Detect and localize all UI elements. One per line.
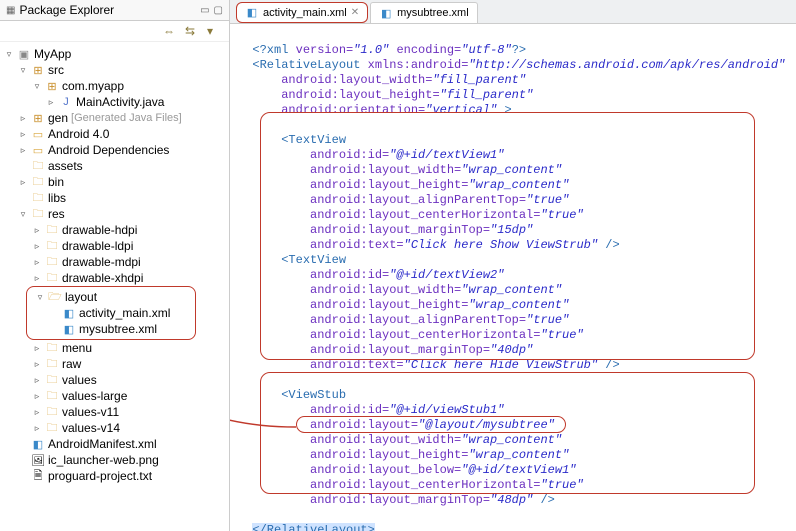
folder-icon: 🗀 (45, 374, 59, 386)
folder-icon: 🗁 (48, 291, 62, 303)
drawable-mdpi[interactable]: drawable-mdpi (62, 255, 141, 269)
manifest-file[interactable]: AndroidManifest.xml (48, 437, 157, 451)
layout-folder[interactable]: layout (65, 290, 97, 304)
package-explorer-header: ▦ Package Explorer ▭ ▢ (0, 0, 229, 21)
tab-label: activity_main.xml (263, 7, 347, 19)
editor-tabs: ◧ activity_main.xml ✕ ◧ mysubtree.xml (230, 0, 796, 24)
android-lib[interactable]: Android 4.0 (48, 127, 109, 141)
package-icon: ⊞ (45, 80, 59, 92)
close-icon[interactable]: ✕ (351, 7, 359, 18)
package-name[interactable]: com.myapp (62, 79, 124, 93)
drawable-ldpi[interactable]: drawable-ldpi (62, 239, 133, 253)
lib-icon: ▭ (31, 128, 45, 140)
folder-icon: 🗀 (45, 342, 59, 354)
ic-launcher[interactable]: ic_launcher-web.png (48, 453, 159, 467)
xml-file-icon: ◧ (62, 323, 76, 335)
project-icon: ▣ (17, 48, 31, 60)
values-large[interactable]: values-large (62, 389, 127, 403)
drawable-hdpi[interactable]: drawable-hdpi (62, 223, 137, 237)
maximize-icon[interactable]: ▢ (214, 5, 223, 16)
libs-folder[interactable]: libs (48, 191, 66, 205)
minimize-icon[interactable]: ▭ (200, 5, 209, 16)
folder-icon: 🗀 (31, 160, 45, 172)
xml-editor[interactable]: <?xml version="1.0" encoding="utf-8"?> <… (230, 24, 796, 531)
drawable-xhdpi[interactable]: drawable-xhdpi (62, 271, 143, 285)
src-folder[interactable]: src (48, 63, 64, 77)
folder-icon: 🗀 (45, 406, 59, 418)
values-v11[interactable]: values-v11 (62, 405, 119, 419)
java-file[interactable]: MainActivity.java (76, 95, 164, 109)
folder-icon: 🗀 (45, 224, 59, 236)
java-file-icon: J (59, 96, 73, 108)
folder-icon: 🗀 (45, 422, 59, 434)
folder-icon: 🗀 (31, 208, 45, 220)
android-deps[interactable]: Android Dependencies (48, 143, 169, 157)
package-explorer-icon: ▦ (6, 5, 15, 16)
folder-icon: 🗀 (45, 272, 59, 284)
activity-main-xml[interactable]: activity_main.xml (79, 306, 170, 320)
folder-icon: 🗀 (45, 240, 59, 252)
mysubtree-xml[interactable]: mysubtree.xml (79, 322, 157, 336)
folder-icon: 🗀 (45, 256, 59, 268)
folder-icon: 🗀 (31, 192, 45, 204)
link-editor-icon[interactable]: ⇆ (185, 24, 199, 38)
proguard-file[interactable]: proguard-project.txt (48, 469, 152, 483)
bin-folder[interactable]: bin (48, 175, 64, 189)
text-file-icon: 🗎 (31, 470, 45, 482)
values-v14[interactable]: values-v14 (62, 421, 120, 435)
tab-mysubtree[interactable]: ◧ mysubtree.xml (370, 2, 478, 23)
view-menu-icon[interactable]: ▾ (207, 24, 221, 38)
project-name[interactable]: MyApp (34, 47, 71, 61)
image-file-icon: 🖼 (31, 454, 45, 466)
values-folder[interactable]: values (62, 373, 97, 387)
tab-activity-main[interactable]: ◧ activity_main.xml ✕ (236, 2, 368, 23)
package-explorer-toolbar: ⇔ ⇆ ▾ (0, 21, 229, 42)
assets-folder[interactable]: assets (48, 159, 83, 173)
editor-area: ◧ activity_main.xml ✕ ◧ mysubtree.xml <?… (230, 0, 796, 531)
collapse-all-icon[interactable]: ⇔ (163, 24, 177, 38)
xml-file-icon: ◧ (245, 7, 259, 19)
gen-folder[interactable]: gen (48, 111, 68, 125)
gen-folder-icon: ⊞ (31, 112, 45, 124)
folder-icon: 🗀 (31, 176, 45, 188)
package-explorer-panel: ▦ Package Explorer ▭ ▢ ⇔ ⇆ ▾ ▿▣MyApp ▿⊞s… (0, 0, 230, 531)
folder-icon: 🗀 (45, 358, 59, 370)
raw-folder[interactable]: raw (62, 357, 81, 371)
xml-file-icon: ◧ (62, 307, 76, 319)
folder-icon: 🗀 (45, 390, 59, 402)
layout-folder-highlight: ▿🗁layout ◧activity_main.xml ◧mysubtree.x… (26, 286, 196, 340)
project-tree[interactable]: ▿▣MyApp ▿⊞src ▿⊞com.myapp ▹JMainActivity… (0, 42, 229, 531)
deps-icon: ▭ (31, 144, 45, 156)
gen-note: [Generated Java Files] (71, 112, 182, 124)
src-folder-icon: ⊞ (31, 64, 45, 76)
res-folder[interactable]: res (48, 207, 65, 221)
tab-label: mysubtree.xml (397, 7, 469, 19)
xml-file-icon: ◧ (379, 7, 393, 19)
xml-file-icon: ◧ (31, 438, 45, 450)
package-explorer-title: Package Explorer (19, 3, 114, 17)
menu-folder[interactable]: menu (62, 341, 92, 355)
